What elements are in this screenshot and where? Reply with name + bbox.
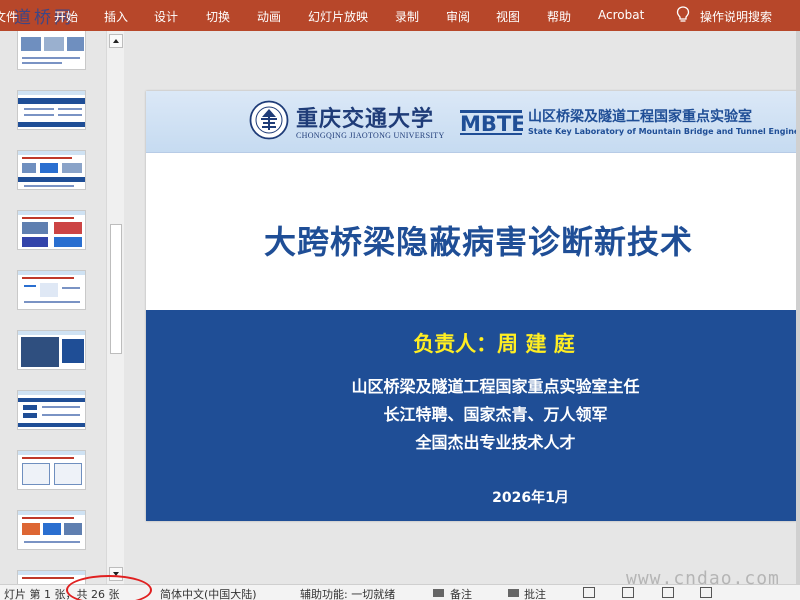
scroll-up-icon[interactable] — [109, 34, 123, 48]
slide-thumbnail[interactable] — [17, 510, 86, 550]
tab-home[interactable]: 开始 — [54, 8, 78, 25]
notes-button[interactable]: 备注 — [450, 586, 472, 600]
tab-slideshow[interactable]: 幻灯片放映 — [308, 8, 368, 25]
tab-acrobat[interactable]: Acrobat — [598, 8, 644, 22]
slide-thumbnail[interactable] — [17, 330, 86, 370]
tab-insert[interactable]: 插入 — [104, 8, 128, 25]
current-slide[interactable]: 重庆交通大学 CHONGQING JIAOTONG UNIVERSITY MBT… — [146, 91, 800, 521]
presentation-date[interactable]: 2026年1月 — [146, 487, 800, 507]
lightbulb-icon[interactable] — [676, 6, 690, 24]
ribbon-tab-bar: 文件 道桥网 开始 插入 设计 切换 动画 幻灯片放映 录制 审阅 视图 帮助 … — [0, 0, 800, 31]
lab-name-cn: 山区桥梁及隧道工程国家重点实验室 — [528, 109, 752, 125]
scrollbar-handle[interactable] — [110, 224, 122, 354]
tell-me-search[interactable]: 操作说明搜索 — [700, 8, 772, 25]
tab-review[interactable]: 审阅 — [446, 8, 470, 25]
slide-thumbnail[interactable] — [17, 450, 86, 490]
university-name-cn: 重庆交通大学 — [296, 106, 435, 132]
comments-button[interactable]: 批注 — [524, 586, 546, 600]
presenter-title-line[interactable]: 全国杰出专业技术人才 — [146, 429, 800, 453]
presenter-name[interactable]: 负责人：周 建 庭 — [146, 328, 800, 358]
slide-thumbnail[interactable] — [17, 270, 86, 310]
thumbnails-scrollbar[interactable] — [106, 31, 124, 584]
slide-thumbnail[interactable] — [17, 31, 86, 70]
mbte-logo: MBTE — [460, 110, 523, 136]
slide-header-banner: 重庆交通大学 CHONGQING JIAOTONG UNIVERSITY MBT… — [146, 91, 800, 153]
presenter-title-line[interactable]: 山区桥梁及隧道工程国家重点实验室主任 — [146, 373, 800, 397]
notes-icon[interactable] — [433, 589, 444, 597]
normal-view-icon[interactable] — [583, 587, 595, 598]
presenter-title-line[interactable]: 长江特聘、国家杰青、万人领军 — [146, 401, 800, 425]
mbte-logo-text: MBTE — [460, 112, 523, 136]
slide-thumbnail[interactable] — [17, 90, 86, 130]
slide-thumbnails-pane — [0, 31, 106, 584]
tab-help[interactable]: 帮助 — [547, 8, 571, 25]
red-highlight-circle — [66, 575, 152, 600]
slide-title[interactable]: 大跨桥梁隐蔽病害诊断新技术 — [264, 217, 693, 263]
comments-icon[interactable] — [508, 589, 519, 597]
site-url-watermark: www.cndao.com — [626, 568, 780, 589]
tab-design[interactable]: 设计 — [154, 8, 178, 25]
slide-thumbnail[interactable] — [17, 390, 86, 430]
slide-thumbnail[interactable] — [17, 210, 86, 250]
language-indicator[interactable]: 简体中文(中国大陆) — [160, 586, 257, 600]
tab-animations[interactable]: 动画 — [257, 8, 281, 25]
tab-view[interactable]: 视图 — [496, 8, 520, 25]
lab-name-en: State Key Laboratory of Mountain Bridge … — [528, 127, 800, 136]
university-seal-logo — [249, 100, 289, 140]
tab-transitions[interactable]: 切换 — [206, 8, 230, 25]
canvas-scrollbar[interactable] — [796, 31, 800, 584]
university-name-en: CHONGQING JIAOTONG UNIVERSITY — [296, 131, 445, 140]
powerpoint-window: 文件 道桥网 开始 插入 设计 切换 动画 幻灯片放映 录制 审阅 视图 帮助 … — [0, 0, 800, 600]
slide-thumbnail[interactable] — [17, 150, 86, 190]
tab-record[interactable]: 录制 — [395, 8, 419, 25]
accessibility-status[interactable]: 辅助功能: 一切就绪 — [300, 586, 395, 600]
